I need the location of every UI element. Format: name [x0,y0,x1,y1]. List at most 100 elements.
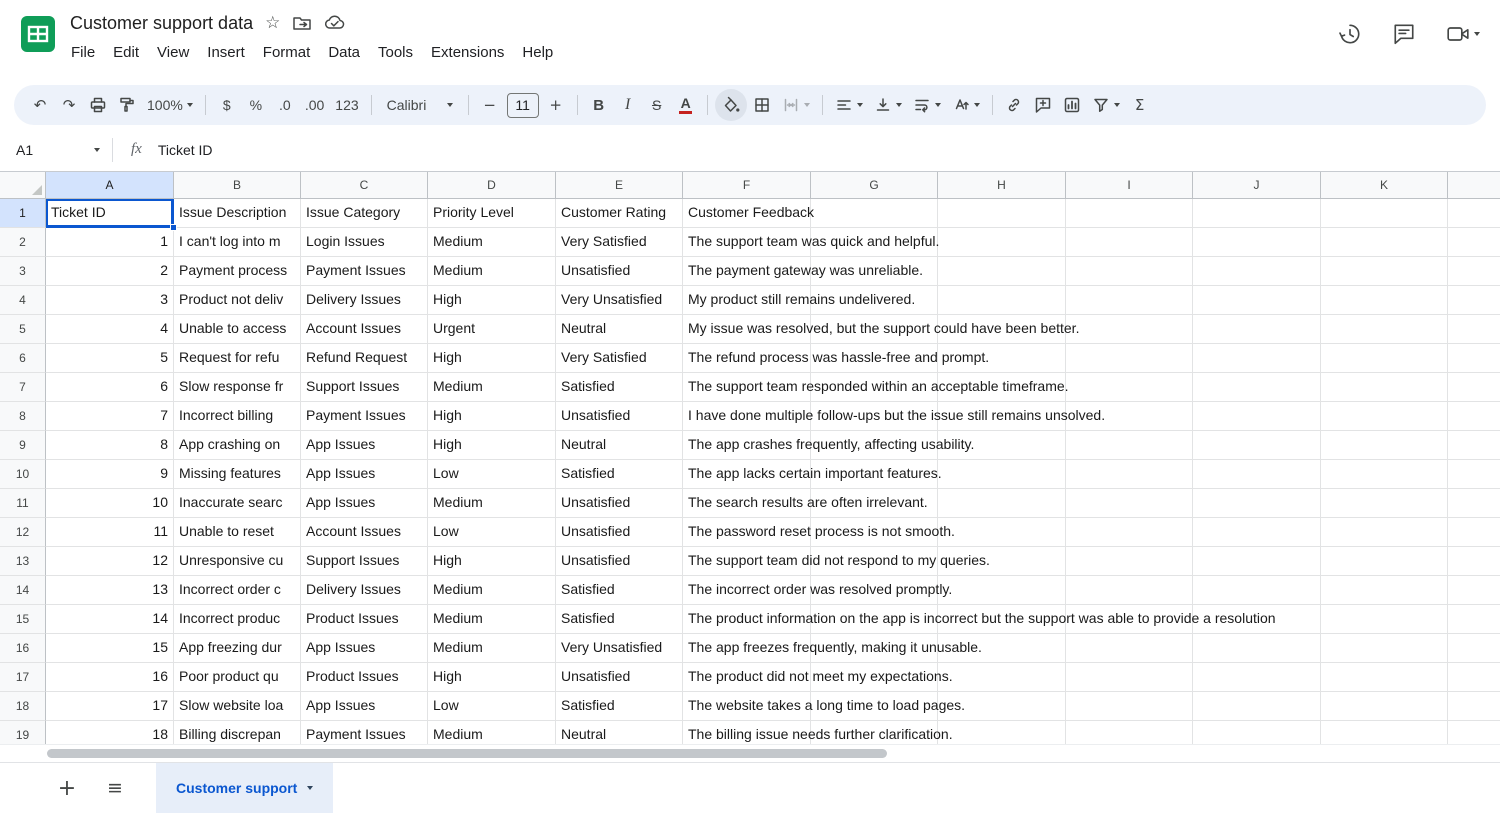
cell-A3[interactable]: 2 [46,257,174,286]
cell-I17[interactable] [1066,663,1193,692]
cell-J17[interactable] [1193,663,1321,692]
cell-H19[interactable] [938,721,1066,744]
cell-H4[interactable] [938,286,1066,315]
cell-A7[interactable]: 6 [46,373,174,402]
cell-B9[interactable]: App crashing on [174,431,301,460]
cell-I10[interactable] [1066,460,1193,489]
cell-D18[interactable]: Low [428,692,556,721]
cell-H10[interactable] [938,460,1066,489]
cell-E10[interactable]: Satisfied [556,460,683,489]
menu-tools[interactable]: Tools [369,41,422,64]
cell-H14[interactable] [938,576,1066,605]
cell-F2[interactable]: The support team was quick and helpful. [683,228,811,257]
insert-link-button[interactable] [1000,90,1028,120]
cell-A2[interactable]: 1 [46,228,174,257]
cell-K19[interactable] [1321,721,1448,744]
cell-E4[interactable]: Very Unsatisfied [556,286,683,315]
cell-J7[interactable] [1193,373,1321,402]
select-all-corner[interactable] [0,172,46,199]
all-sheets-button[interactable]: ≡ [100,773,130,803]
cell-A15[interactable]: 14 [46,605,174,634]
cell-D16[interactable]: Medium [428,634,556,663]
cell-C11[interactable]: App Issues [301,489,428,518]
sheet-tab-menu-icon[interactable] [307,786,313,790]
cell-F15[interactable]: The product information on the app is in… [683,605,811,634]
cell-A12[interactable]: 11 [46,518,174,547]
cell-C7[interactable]: Support Issues [301,373,428,402]
cell-J9[interactable] [1193,431,1321,460]
cell-J1[interactable] [1193,199,1321,228]
cell-F12[interactable]: The password reset process is not smooth… [683,518,811,547]
cell-I9[interactable] [1066,431,1193,460]
column-header-D[interactable]: D [428,172,556,199]
cell-C1[interactable]: Issue Category [301,199,428,228]
cell-F13[interactable]: The support team did not respond to my q… [683,547,811,576]
fill-handle[interactable] [170,224,177,231]
cell-K14[interactable] [1321,576,1448,605]
cell-E15[interactable]: Satisfied [556,605,683,634]
column-header-C[interactable]: C [301,172,428,199]
cell-E2[interactable]: Very Satisfied [556,228,683,257]
cell-B4[interactable]: Product not deliv [174,286,301,315]
cell-C2[interactable]: Login Issues [301,228,428,257]
cell-I3[interactable] [1066,257,1193,286]
menu-view[interactable]: View [148,41,198,64]
cell-A9[interactable]: 8 [46,431,174,460]
borders-button[interactable] [748,90,776,120]
cell-K11[interactable] [1321,489,1448,518]
text-rotation-button[interactable] [947,90,985,120]
cell-F16[interactable]: The app freezes frequently, making it un… [683,634,811,663]
cell-F18[interactable]: The website takes a long time to load pa… [683,692,811,721]
cell-A1[interactable]: Ticket ID [46,199,174,228]
cell-K12[interactable] [1321,518,1448,547]
cell-J11[interactable] [1193,489,1321,518]
sheets-logo-icon[interactable] [18,14,58,54]
cell-F5[interactable]: My issue was resolved, but the support c… [683,315,811,344]
cell-F8[interactable]: I have done multiple follow-ups but the … [683,402,811,431]
cell-A6[interactable]: 5 [46,344,174,373]
cell-C18[interactable]: App Issues [301,692,428,721]
zoom-selector[interactable]: 100% [142,90,198,120]
cell-J16[interactable] [1193,634,1321,663]
cell-J13[interactable] [1193,547,1321,576]
row-header-9[interactable]: 9 [0,431,46,460]
menu-help[interactable]: Help [513,41,562,64]
cell-A8[interactable]: 7 [46,402,174,431]
cell-I19[interactable] [1066,721,1193,744]
insert-chart-button[interactable] [1058,90,1086,120]
cell-A19[interactable]: 18 [46,721,174,744]
horizontal-scrollbar[interactable] [0,744,1500,762]
cell-E7[interactable]: Satisfied [556,373,683,402]
cell-B8[interactable]: Incorrect billing [174,402,301,431]
cell-B2[interactable]: I can't log into m [174,228,301,257]
cell-E5[interactable]: Neutral [556,315,683,344]
cell-B15[interactable]: Incorrect produc [174,605,301,634]
fill-color-button[interactable] [715,89,747,121]
cell-F19[interactable]: The billing issue needs further clarific… [683,721,811,744]
cell-C16[interactable]: App Issues [301,634,428,663]
cell-E12[interactable]: Unsatisfied [556,518,683,547]
font-selector[interactable]: Calibri [379,90,461,120]
cell-F4[interactable]: My product still remains undelivered. [683,286,811,315]
cell-A14[interactable]: 13 [46,576,174,605]
text-color-button[interactable]: A [672,90,700,120]
cell-B3[interactable]: Payment process [174,257,301,286]
cell-K1[interactable] [1321,199,1448,228]
menu-edit[interactable]: Edit [104,41,148,64]
cell-B11[interactable]: Inaccurate searc [174,489,301,518]
menu-format[interactable]: Format [254,41,320,64]
cell-C10[interactable]: App Issues [301,460,428,489]
cell-C5[interactable]: Account Issues [301,315,428,344]
cell-K13[interactable] [1321,547,1448,576]
column-header-G[interactable]: G [811,172,938,199]
cell-K10[interactable] [1321,460,1448,489]
cell-F6[interactable]: The refund process was hassle-free and p… [683,344,811,373]
cell-A11[interactable]: 10 [46,489,174,518]
increase-decimals-button[interactable]: .00 [300,90,329,120]
format-percent-button[interactable]: % [242,90,270,120]
cell-B5[interactable]: Unable to access [174,315,301,344]
cell-J12[interactable] [1193,518,1321,547]
cell-B17[interactable]: Poor product qu [174,663,301,692]
cell-E3[interactable]: Unsatisfied [556,257,683,286]
cell-A4[interactable]: 3 [46,286,174,315]
